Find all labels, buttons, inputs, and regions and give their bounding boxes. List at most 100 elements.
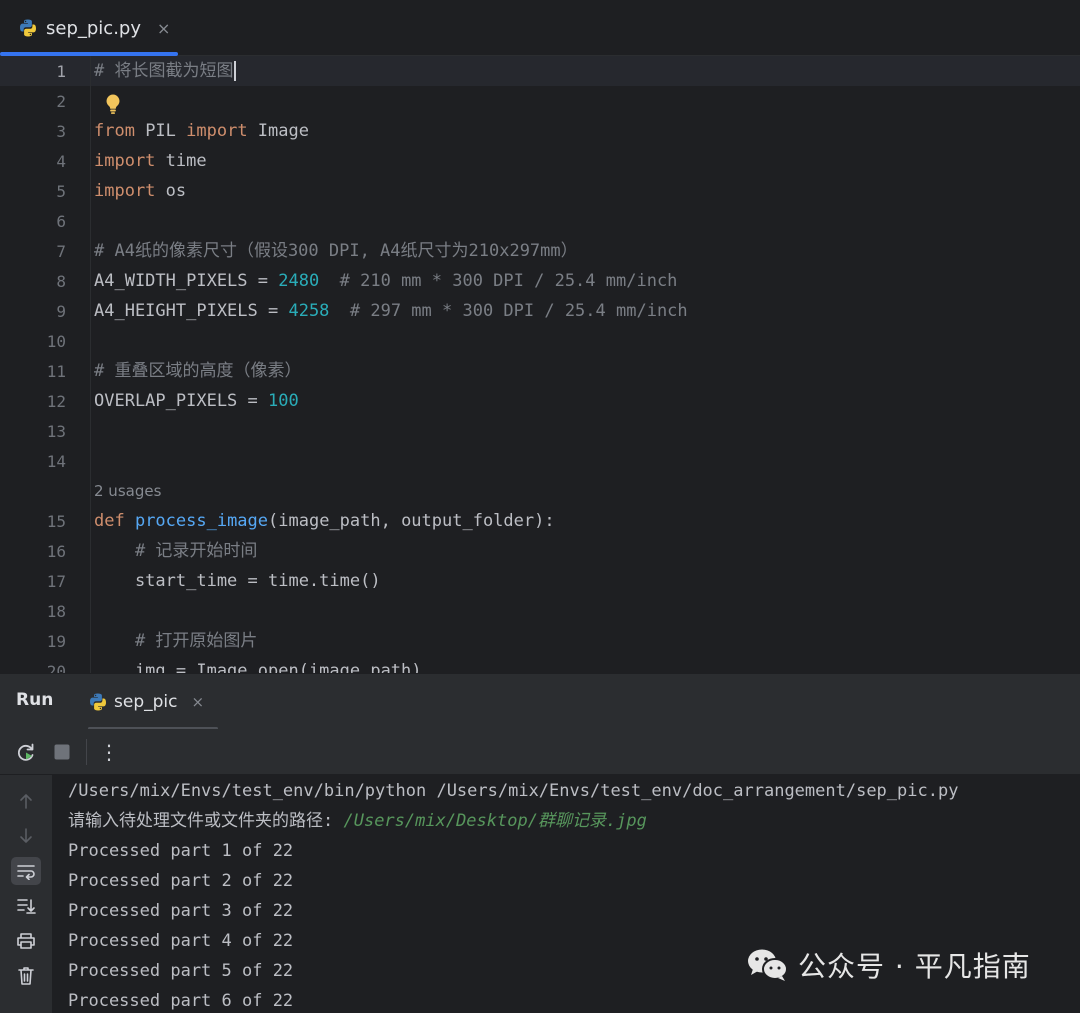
code-editor[interactable]: 1 2 3 4 5 6 7 8 9 10 11 12 13 14 15 16 1… — [0, 56, 1080, 673]
soft-wrap-icon — [17, 865, 35, 880]
keyword: import — [94, 181, 156, 201]
console-prompt-line: 请输入待处理文件或文件夹的路径: /Users/mix/Desktop/群聊记录… — [68, 806, 647, 836]
toolbar-separator — [86, 739, 87, 765]
comment: # 重叠区域的高度（像素） — [94, 361, 302, 381]
line-number: 9 — [56, 302, 66, 321]
wechat-icon — [748, 949, 788, 981]
clear-console-button[interactable] — [11, 962, 41, 990]
rerun-icon — [17, 743, 34, 761]
line-number: 13 — [46, 422, 66, 441]
print-button[interactable] — [11, 927, 41, 955]
comment: # 210 mm * 300 DPI / 25.4 mm/inch — [319, 271, 678, 291]
printer-icon — [17, 933, 35, 949]
tab-sep-pic-py[interactable]: sep_pic.py × — [0, 0, 178, 56]
arrow-down-icon — [20, 828, 32, 843]
import-name: Image — [247, 121, 309, 141]
python-icon — [20, 19, 36, 37]
keyword: import — [94, 151, 156, 171]
close-icon[interactable]: × — [157, 19, 170, 38]
stop-icon — [54, 744, 70, 760]
console-output-line: Processed part 6 of 22 — [68, 991, 294, 1011]
rerun-button[interactable] — [13, 739, 39, 765]
variable: A4_HEIGHT_PIXELS = — [94, 301, 289, 321]
code-line-9: A4_HEIGHT_PIXELS = 4258 # 297 mm * 300 D… — [94, 296, 688, 326]
function-params: (image_path, output_folder): — [268, 511, 555, 531]
line-number: 16 — [46, 542, 66, 561]
code-line-8: A4_WIDTH_PIXELS = 2480 # 210 mm * 300 DP… — [94, 266, 677, 296]
code-line-15: def process_image(image_path, output_fol… — [94, 506, 555, 536]
console-output-line: Processed part 4 of 22 — [68, 931, 294, 951]
number: 100 — [268, 391, 299, 411]
number: 2480 — [278, 271, 320, 291]
variable: OVERLAP_PIXELS = — [94, 391, 268, 411]
code-line-17: start_time = time.time() — [94, 566, 381, 596]
more-options-button[interactable]: ⋮ — [96, 739, 122, 765]
usages-hint[interactable]: 2 usages — [94, 476, 161, 506]
comment: # 297 mm * 300 DPI / 25.4 mm/inch — [329, 301, 688, 321]
code-line-5: import os — [94, 176, 186, 206]
line-number: 7 — [56, 242, 66, 261]
watermark-text: 公众号 · 平凡指南 — [798, 950, 1031, 983]
run-tab-label: sep_pic — [114, 692, 178, 712]
line-number: 15 — [46, 512, 66, 531]
line-number: 17 — [46, 572, 66, 591]
comment: # 记录开始时间 — [94, 541, 258, 561]
arrow-up-icon — [20, 794, 32, 809]
line-number: 4 — [56, 152, 66, 171]
code-line-11: # 重叠区域的高度（像素） — [94, 356, 301, 386]
keyword: def — [94, 511, 135, 531]
soft-wrap-button[interactable] — [11, 857, 41, 885]
variable: A4_WIDTH_PIXELS = — [94, 271, 279, 291]
scroll-up-button[interactable] — [11, 787, 41, 815]
comment: # 打开原始图片 — [94, 631, 258, 651]
line-number: 19 — [46, 632, 66, 651]
run-panel-title: Run — [16, 690, 54, 710]
function-name: process_image — [134, 511, 269, 531]
close-icon[interactable]: × — [191, 693, 204, 711]
line-number: 18 — [46, 602, 66, 621]
stop-button[interactable] — [49, 739, 75, 765]
console-prompt: 请输入待处理文件或文件夹的路径: — [68, 811, 344, 831]
comment: # 将长图截为短图 — [94, 61, 234, 81]
console-output-line: Processed part 5 of 22 — [68, 961, 294, 981]
line-number: 12 — [46, 392, 66, 411]
line-number: 3 — [56, 122, 66, 141]
trash-icon — [18, 967, 34, 985]
code-line-3: from PIL import Image — [94, 116, 309, 146]
line-number: 6 — [56, 212, 66, 231]
line-number: 14 — [46, 452, 66, 471]
code-line-16: # 记录开始时间 — [94, 536, 257, 566]
scroll-to-end-button[interactable] — [11, 892, 41, 920]
keyword: import — [186, 121, 248, 141]
module-name: PIL — [134, 121, 187, 141]
watermark: 公众号 · 平凡指南 — [746, 945, 1031, 985]
lightbulb-icon[interactable] — [104, 93, 122, 115]
line-number: 10 — [46, 332, 66, 351]
number: 4258 — [288, 301, 330, 321]
code-line-4: import time — [94, 146, 207, 176]
console-output-line: Processed part 3 of 22 — [68, 901, 294, 921]
text-caret — [234, 61, 237, 81]
keyword: from — [94, 121, 135, 141]
console-side-toolbar — [0, 775, 52, 1013]
editor-tab-bar: sep_pic.py × — [0, 0, 1080, 56]
line-number: 20 — [46, 662, 66, 673]
code-text: img = Image.open(image_path) — [94, 661, 422, 673]
run-tab-sep-pic[interactable]: sep_pic × — [88, 674, 218, 730]
code-line-12: OVERLAP_PIXELS = 100 — [94, 386, 299, 416]
line-number: 11 — [46, 362, 66, 381]
scroll-down-button[interactable] — [11, 822, 41, 850]
import-name: time — [155, 151, 207, 171]
line-number: 2 — [56, 92, 66, 111]
line-number: 5 — [56, 182, 66, 201]
scroll-to-end-icon — [17, 899, 36, 914]
comment: # A4纸的像素尺寸（假设300 DPI, A4纸尺寸为210x297mm） — [94, 241, 578, 261]
code-line-20: img = Image.open(image_path) — [94, 656, 422, 673]
run-panel-header: Run sep_pic × — [0, 673, 1080, 730]
code-line-1: # 将长图截为短图 — [94, 56, 237, 86]
python-icon — [90, 693, 106, 711]
console-output-line: Processed part 2 of 22 — [68, 871, 294, 891]
tab-label: sep_pic.py — [46, 17, 142, 39]
code-text: start_time = time.time() — [94, 571, 381, 591]
console-user-input: /Users/mix/Desktop/群聊记录.jpg — [343, 811, 647, 831]
